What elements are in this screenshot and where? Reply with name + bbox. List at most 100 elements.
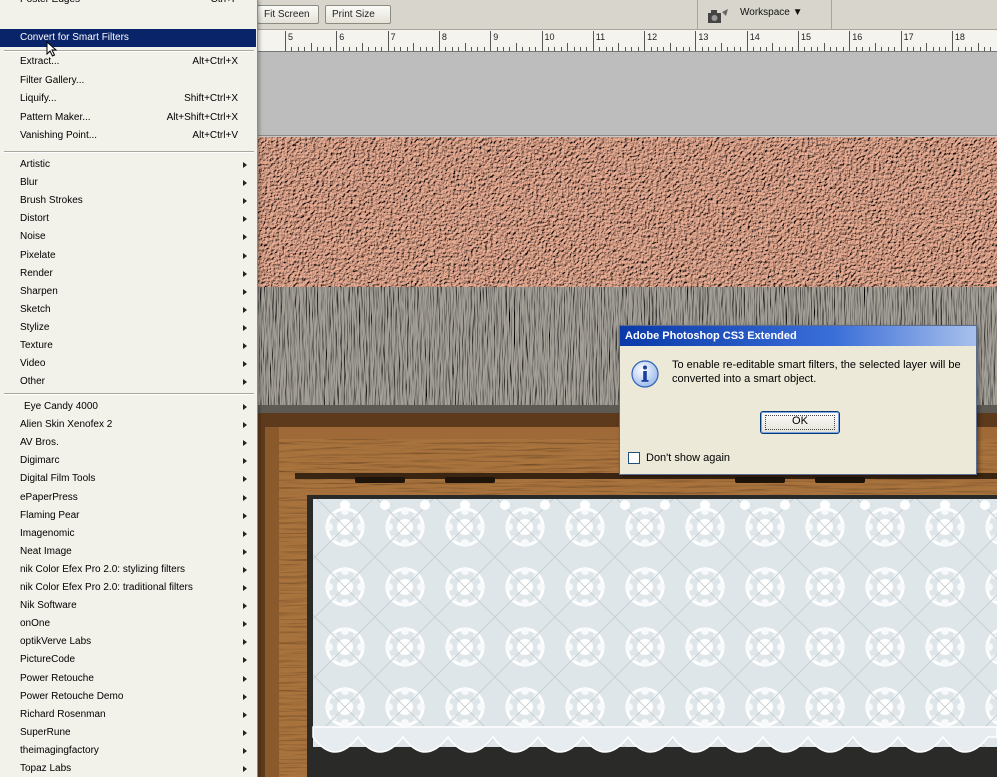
menu-item-nik-color-efex-pro-2-0-traditional-filters[interactable]: nik Color Efex Pro 2.0: traditional filt… bbox=[0, 579, 256, 597]
menu-item-pixelate[interactable]: Pixelate bbox=[0, 247, 256, 265]
ruler-minor-tick bbox=[759, 47, 761, 51]
menu-item-noise[interactable]: Noise bbox=[0, 228, 256, 246]
menu-item-video[interactable]: Video bbox=[0, 355, 256, 373]
submenu-arrow-icon bbox=[243, 603, 247, 610]
menu-item-richard-rosenman[interactable]: Richard Rosenman bbox=[0, 706, 256, 724]
ruler-minor-tick bbox=[708, 47, 710, 51]
menu-item-picturecode[interactable]: PictureCode bbox=[0, 651, 256, 669]
menu-item-blur[interactable]: Blur bbox=[0, 174, 256, 192]
menu-item-sketch[interactable]: Sketch bbox=[0, 301, 256, 319]
ruler-minor-tick bbox=[868, 47, 870, 51]
ruler-minor-tick bbox=[400, 47, 402, 51]
menu-item-power-retouche-demo[interactable]: Power Retouche Demo bbox=[0, 688, 256, 706]
mouse-cursor-icon bbox=[46, 41, 58, 57]
ruler-minor-tick bbox=[413, 43, 415, 51]
dialog-title[interactable]: Adobe Photoshop CS3 Extended bbox=[620, 326, 976, 346]
ruler-minor-tick bbox=[919, 47, 921, 51]
menu-item-filter-gallery[interactable]: Filter Gallery... bbox=[0, 72, 256, 90]
ruler-major-tick bbox=[541, 31, 543, 51]
menu-item-liquify[interactable]: Liquify... Shift+Ctrl+X bbox=[0, 90, 256, 108]
bridge-camera-icon[interactable] bbox=[707, 8, 729, 24]
ruler-minor-tick bbox=[932, 47, 934, 51]
menu-item-digital-film-tools[interactable]: Digital Film Tools bbox=[0, 470, 256, 488]
menu-item-label: Eye Candy 4000 bbox=[24, 401, 98, 412]
menu-item-shortcut: Ctrl+F bbox=[211, 0, 239, 9]
ruler-major-tick bbox=[438, 31, 440, 51]
submenu-arrow-icon bbox=[243, 324, 247, 331]
ruler-minor-tick bbox=[361, 43, 363, 51]
menu-item-nik-color-efex-pro-2-0-stylizing-filters[interactable]: nik Color Efex Pro 2.0: stylizing filter… bbox=[0, 561, 256, 579]
workspace-menu[interactable]: Workspace ▼ bbox=[740, 7, 803, 18]
ok-button[interactable]: OK bbox=[760, 411, 840, 434]
menu-item-label: Richard Rosenman bbox=[20, 708, 106, 720]
menu-item-superrune[interactable]: SuperRune bbox=[0, 724, 256, 742]
menu-item-nik-software[interactable]: Nik Software bbox=[0, 597, 256, 615]
menu-item-alien-skin-xenofex-2[interactable]: Alien Skin Xenofex 2 bbox=[0, 416, 256, 434]
menu-item-label: Digimarc bbox=[20, 455, 60, 467]
menu-item-optikverve-labs[interactable]: optikVerve Labs bbox=[0, 633, 256, 651]
ruler-minor-tick bbox=[406, 47, 408, 51]
submenu-arrow-icon bbox=[243, 711, 247, 718]
menu-item-label: Pixelate bbox=[20, 249, 56, 261]
menu-item-shortcut: Alt+Ctrl+X bbox=[192, 56, 238, 67]
ruler-minor-tick bbox=[394, 47, 395, 51]
print-size-button[interactable]: Print Size bbox=[325, 5, 391, 24]
ruler-minor-tick bbox=[785, 47, 787, 51]
menu-item-distort[interactable]: Distort bbox=[0, 210, 256, 228]
menu-item-poster-edges[interactable]: Poster Edges Ctrl+F bbox=[0, 0, 256, 9]
menu-item-imagenomic[interactable]: Imagenomic bbox=[0, 525, 256, 543]
dialog-message: To enable re-editable smart filters, the… bbox=[672, 359, 961, 385]
ruler-minor-tick bbox=[509, 47, 511, 51]
submenu-arrow-icon bbox=[243, 693, 247, 700]
menu-item-label: Render bbox=[20, 267, 53, 279]
menu-item-onone[interactable]: onOne bbox=[0, 615, 256, 633]
dont-show-again-label[interactable]: Don't show again bbox=[646, 450, 730, 466]
ruler-label: 12 bbox=[647, 32, 658, 42]
dont-show-again-checkbox[interactable] bbox=[628, 452, 640, 464]
menu-item-neat-image[interactable]: Neat Image bbox=[0, 543, 256, 561]
ruler-minor-tick bbox=[419, 47, 421, 51]
ruler-minor-tick bbox=[426, 47, 428, 51]
menu-item-digimarc[interactable]: Digimarc bbox=[0, 452, 256, 470]
menu-item-other[interactable]: Other bbox=[0, 373, 256, 391]
menu-item-extract[interactable]: Extract... Alt+Ctrl+X bbox=[0, 53, 256, 71]
ruler-minor-tick bbox=[432, 47, 434, 51]
menu-item-av-bros[interactable]: AV Bros. bbox=[0, 434, 256, 452]
menu-item-label: Digital Film Tools bbox=[20, 473, 96, 485]
submenu-arrow-icon bbox=[243, 494, 247, 501]
menu-item-label: Noise bbox=[20, 231, 46, 243]
menu-item-label: Alien Skin Xenofex 2 bbox=[20, 419, 113, 431]
menu-item-label: nik Color Efex Pro 2.0: stylizing filter… bbox=[20, 563, 186, 575]
menu-item-label: Video bbox=[20, 358, 46, 370]
ruler-minor-tick bbox=[323, 47, 325, 51]
menu-item-stylize[interactable]: Stylize bbox=[0, 319, 256, 337]
menu-item-convert-smart-filters[interactable]: Convert for Smart Filters bbox=[0, 29, 256, 47]
menu-item-sharpen[interactable]: Sharpen bbox=[0, 283, 256, 301]
menu-item-brush-strokes[interactable]: Brush Strokes bbox=[0, 192, 256, 210]
submenu-arrow-icon bbox=[243, 216, 247, 223]
menu-item-epaperpress[interactable]: ePaperPress bbox=[0, 489, 256, 507]
ruler-minor-tick bbox=[528, 47, 530, 51]
ruler-minor-tick bbox=[714, 47, 716, 51]
submenu-arrow-icon bbox=[243, 379, 247, 386]
menu-item-texture[interactable]: Texture bbox=[0, 337, 256, 355]
ruler-major-tick bbox=[336, 31, 338, 51]
menu-item-power-retouche[interactable]: Power Retouche bbox=[0, 670, 256, 688]
menu-item-topaz-labs[interactable]: Topaz Labs bbox=[0, 760, 256, 777]
ruler-minor-tick bbox=[470, 47, 472, 51]
menu-item-pattern-maker[interactable]: Pattern Maker... Alt+Shift+Ctrl+X bbox=[0, 109, 256, 127]
ruler-label: 11 bbox=[595, 32, 606, 42]
menu-item-vanishing-point[interactable]: Vanishing Point... Alt+Ctrl+V bbox=[0, 127, 256, 145]
ruler-minor-tick bbox=[515, 43, 517, 51]
fit-screen-button[interactable]: Fit Screen bbox=[257, 5, 319, 24]
menu-item-flaming-pear[interactable]: Flaming Pear bbox=[0, 507, 256, 525]
ruler-minor-tick bbox=[560, 47, 562, 51]
menu-item-theimagingfactory[interactable]: theimagingfactory bbox=[0, 742, 256, 760]
ruler-minor-tick bbox=[374, 47, 376, 51]
submenu-arrow-icon bbox=[243, 288, 247, 295]
menu-item-render[interactable]: Render bbox=[0, 265, 256, 283]
menu-item-label: Texture bbox=[20, 340, 53, 351]
menu-item-eye-candy-4000[interactable]: Eye Candy 4000 bbox=[0, 398, 256, 416]
menu-item-artistic[interactable]: Artistic bbox=[0, 156, 256, 174]
ruler-minor-tick bbox=[765, 47, 767, 51]
